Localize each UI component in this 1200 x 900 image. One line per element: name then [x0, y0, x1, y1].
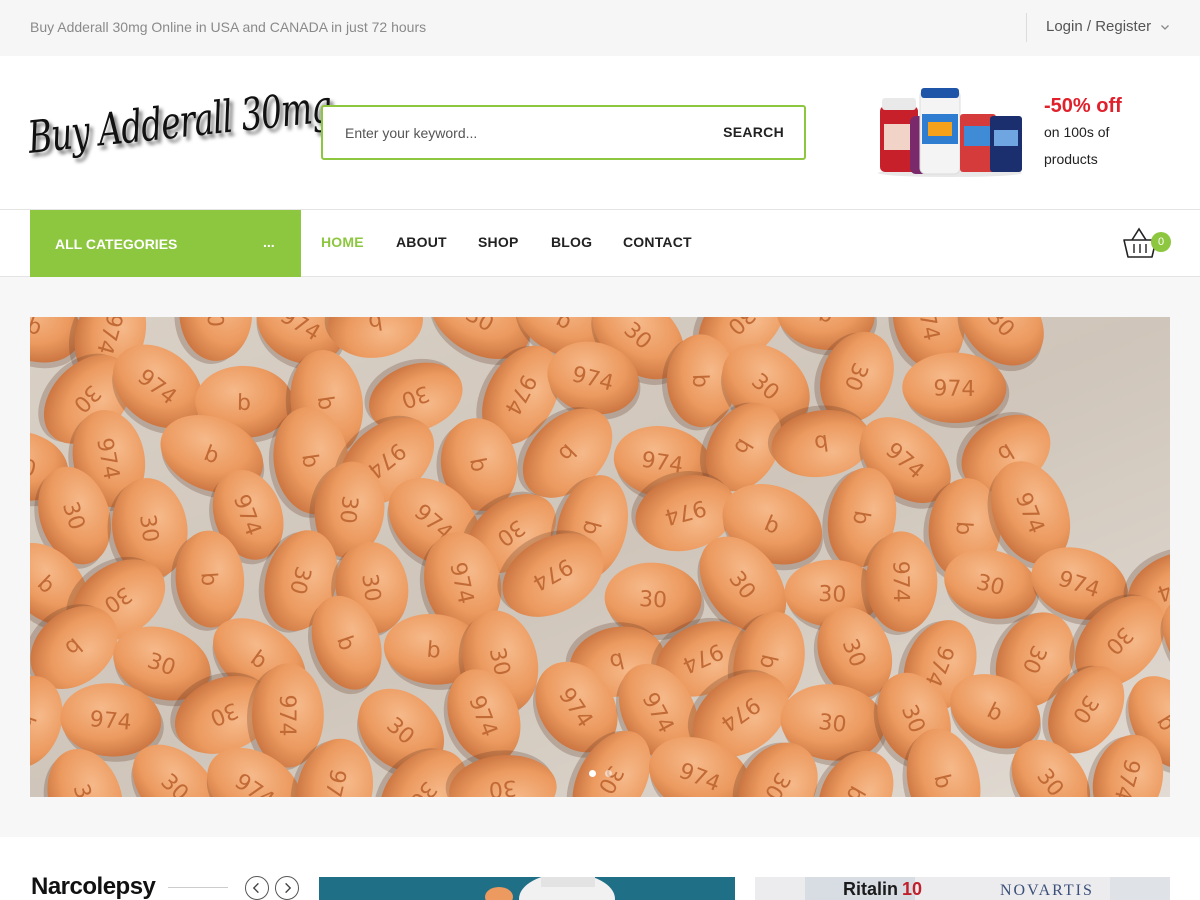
nav-item-blog[interactable]: BLOG [551, 234, 592, 250]
pill-imprint: 974 [274, 694, 299, 736]
product-image-1 [319, 877, 735, 900]
pill-imprint: 30 [134, 513, 163, 544]
pill-imprint: b [426, 638, 442, 664]
pill-imprint: 30 [638, 587, 667, 613]
topbar-divider [1026, 13, 1027, 42]
hero-slider[interactable]: b97430974b30b3030b9743030974bb30974974b3… [30, 317, 1170, 797]
promo-text: on 100s of products [1044, 124, 1110, 167]
site-logo[interactable]: Buy Adderall 30mg [25, 79, 334, 180]
nav-item-home[interactable]: HOME [321, 234, 364, 250]
pill-imprint: b [950, 520, 976, 536]
pill-imprint: b [687, 373, 712, 388]
site-header: Buy Adderall 30mg SEARCH -50% off on 100… [0, 56, 1200, 210]
section-divider [168, 887, 228, 888]
pill-imprint: 30 [201, 317, 226, 327]
pill-imprint: 30 [818, 582, 847, 608]
search-input[interactable] [345, 121, 695, 145]
pill-imprint: b [195, 571, 221, 587]
product-image-2: Ritalin 10 NOVARTIS [755, 877, 1170, 900]
pill-imprint: 30 [356, 572, 385, 603]
topbar-tagline: Buy Adderall 30mg Online in USA and CANA… [30, 19, 427, 35]
chevron-left-icon[interactable] [245, 876, 269, 900]
pill-imprint: 30 [488, 774, 518, 797]
slider-dot-1[interactable] [589, 770, 596, 777]
promo-products-image[interactable] [872, 86, 1027, 178]
cart-count-badge: 0 [1151, 232, 1171, 252]
pill-imprint: 974 [89, 707, 133, 736]
pill-imprint: 30 [817, 710, 848, 738]
main-navigation: ALL CATEGORIES ... HOME ABOUT SHOP BLOG … [0, 210, 1200, 277]
product-card-2[interactable]: Ritalin 10 NOVARTIS [755, 877, 1170, 900]
section-title: Narcolepsy [31, 873, 156, 900]
pill-imprint: b [237, 391, 251, 416]
chevron-down-icon[interactable] [1160, 22, 1170, 32]
nav-item-shop[interactable]: SHOP [478, 234, 518, 250]
pill-imprint: 974 [887, 560, 913, 602]
all-categories-label: ALL CATEGORIES [55, 236, 178, 252]
logo-text: Buy Adderall 30mg [25, 79, 334, 164]
promo-discount: -50% off [1044, 95, 1122, 117]
more-icon: ... [263, 234, 275, 250]
hero-pills-image: b97430974b30b3030b9743030974bb30974974b3… [30, 317, 1170, 797]
pill-imprint: 30 [334, 494, 362, 524]
pill-imprint: 974 [933, 376, 975, 402]
nav-item-about[interactable]: ABOUT [396, 234, 447, 250]
product-2-dose: 10 [902, 879, 922, 899]
top-bar: Buy Adderall 30mg Online in USA and CANA… [0, 0, 1200, 56]
product-2-brand: Ritalin [843, 879, 898, 899]
nav-item-contact[interactable]: CONTACT [623, 234, 692, 250]
product-2-maker: NOVARTIS [1000, 882, 1094, 899]
login-register-link[interactable]: Login / Register [1046, 18, 1151, 35]
slider-dot-2[interactable] [605, 770, 612, 777]
product-card-1[interactable] [319, 877, 735, 900]
cart-button[interactable]: 0 [1122, 226, 1174, 260]
search-button[interactable]: SEARCH [723, 124, 784, 140]
search-form: SEARCH [321, 105, 806, 160]
all-categories-button[interactable]: ALL CATEGORIES ... [30, 210, 301, 277]
chevron-right-icon[interactable] [275, 876, 299, 900]
